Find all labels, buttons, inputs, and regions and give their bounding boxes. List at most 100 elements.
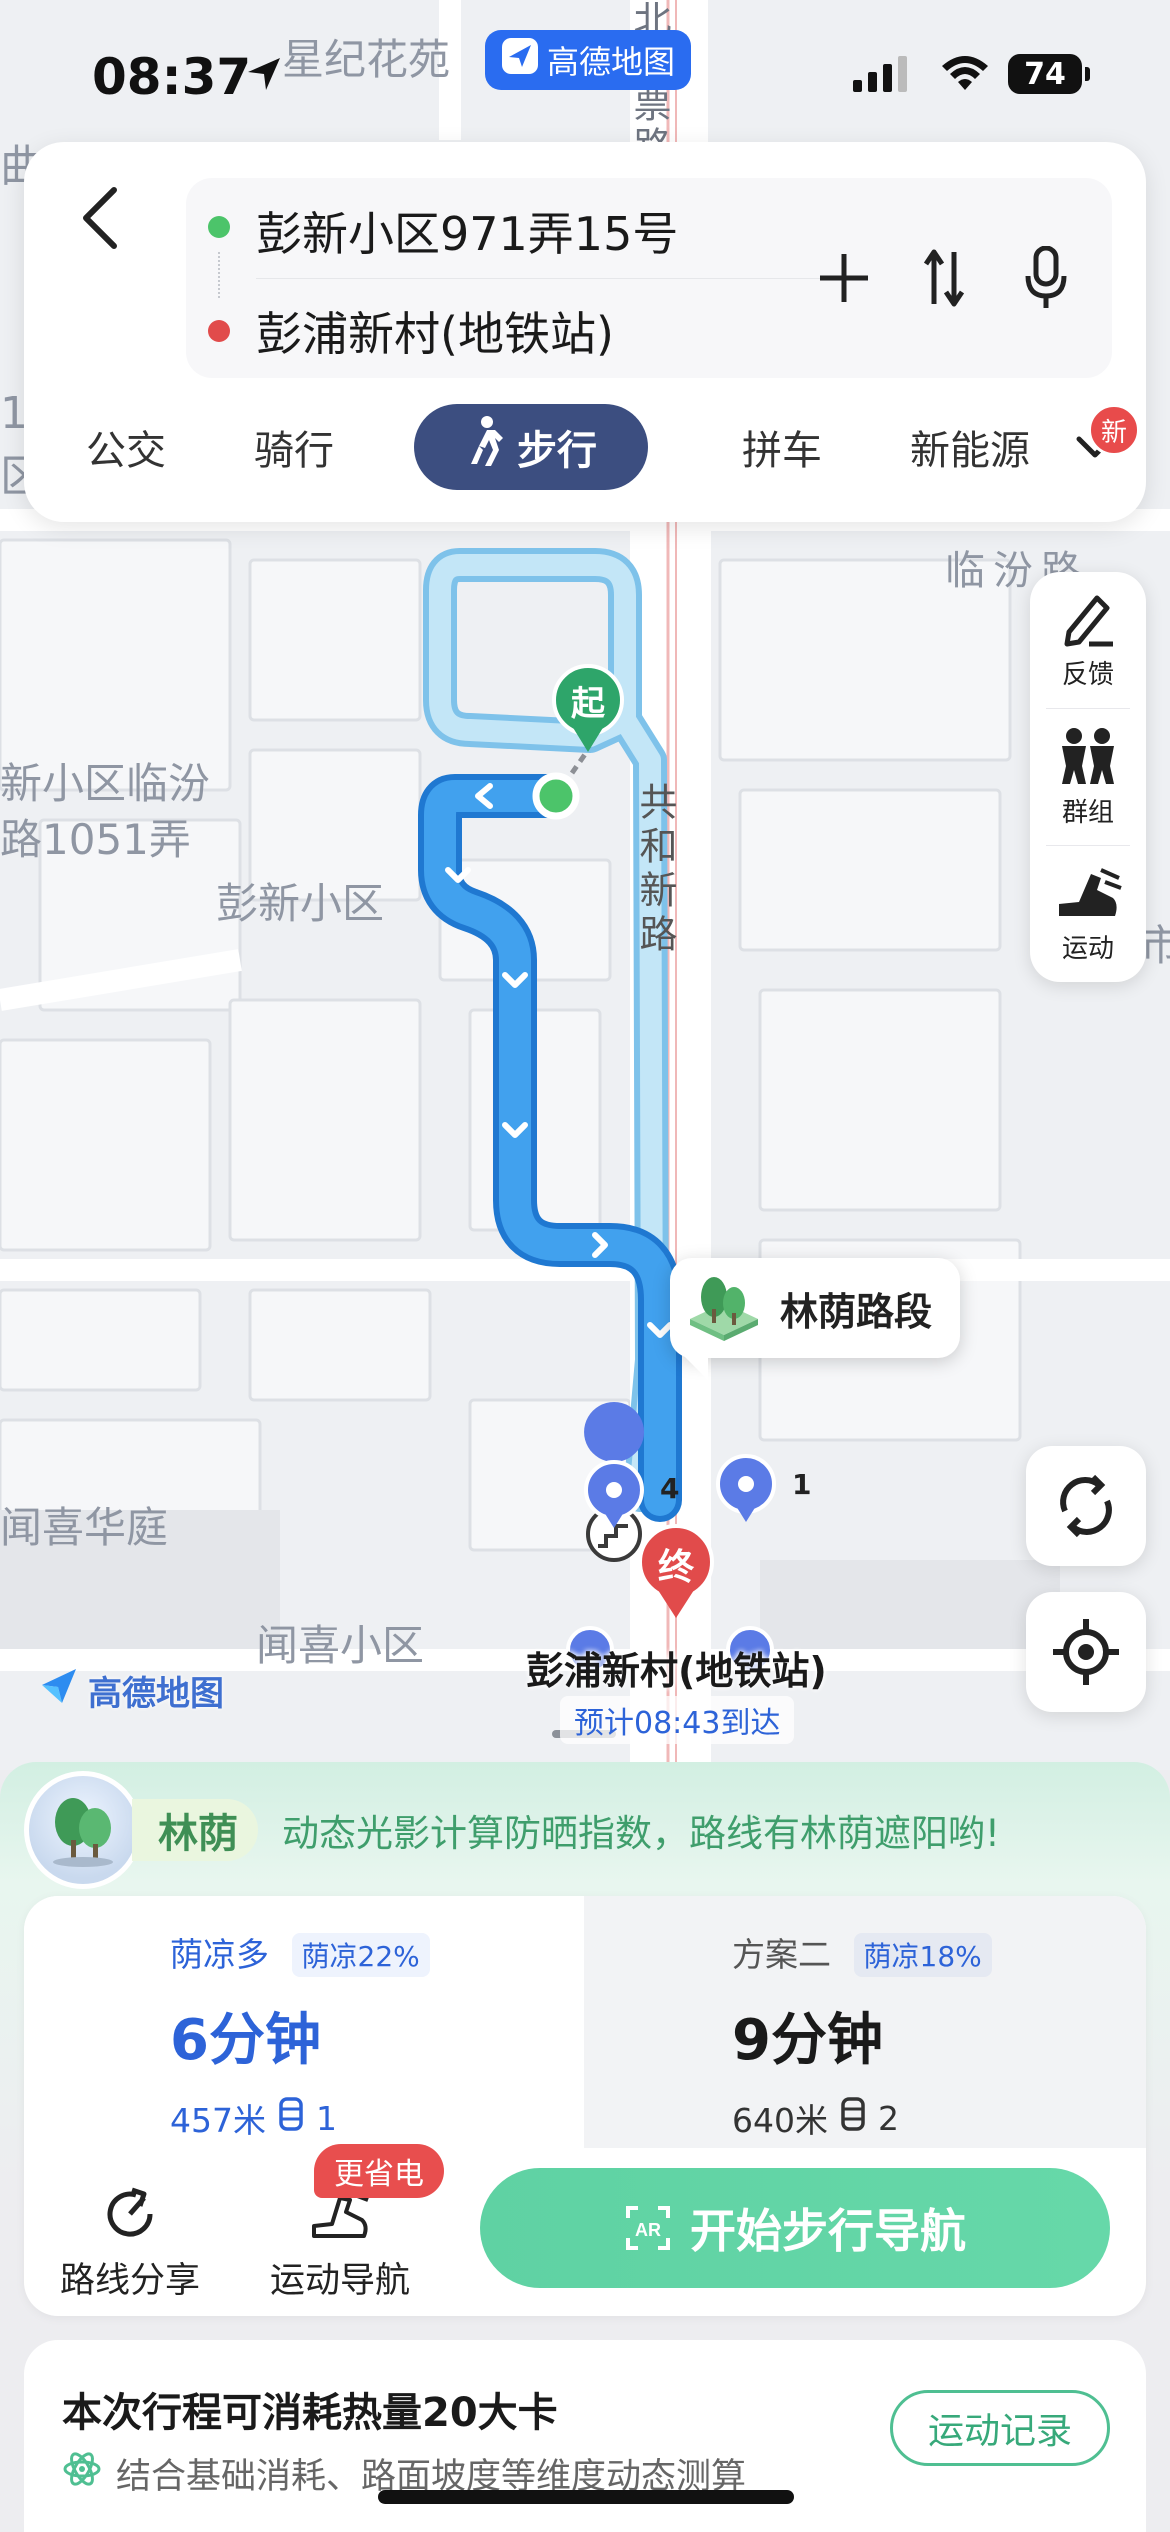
origin-input[interactable]: 彭新小区971弄15号 bbox=[256, 198, 678, 264]
plan-1-duration: 6分钟 bbox=[170, 2008, 321, 2073]
feedback-button[interactable]: 反馈 bbox=[1030, 572, 1146, 708]
plan-1-shade: 荫凉22% bbox=[291, 1933, 430, 1977]
crosswalk-icon bbox=[838, 2097, 868, 2139]
rotate-map-button[interactable] bbox=[1026, 1446, 1146, 1566]
tab-cycling[interactable]: 骑行 bbox=[236, 404, 352, 490]
crosshair-icon bbox=[1053, 1619, 1119, 1685]
route-plans-card: 荫凉多 荫凉22% 6分钟 457米 1 方案二 荫凉18% 9分钟 640米 … bbox=[24, 1896, 1146, 2316]
battery-indicator: 74 bbox=[1008, 54, 1090, 94]
start-navigation-label: 开始步行导航 bbox=[690, 2204, 966, 2258]
microphone-icon bbox=[1025, 246, 1067, 308]
map-label-wenxi-xiaoqu: 闻喜小区 bbox=[256, 1621, 425, 1670]
plan-1-tag: 荫凉多 bbox=[170, 1935, 269, 1974]
amap-app-pill[interactable]: 高德地图 bbox=[485, 30, 692, 90]
shade-section-label: 林荫路段 bbox=[780, 1289, 933, 1334]
crosswalk-icon bbox=[276, 2097, 306, 2139]
group-button[interactable]: 群组 bbox=[1030, 709, 1146, 845]
plan-2-shade: 荫凉18% bbox=[853, 1933, 992, 1977]
destination-input[interactable]: 彭浦新村(地铁站) bbox=[256, 298, 614, 364]
amap-logo: 高德地图 bbox=[38, 1665, 224, 1716]
route-plans-sheet: 林荫 动态光影计算防晒指数，路线有林荫遮阳哟! 荫凉多 荫凉22% 6分钟 45… bbox=[0, 1762, 1170, 2532]
origin-dot bbox=[208, 216, 230, 238]
tab-new-energy[interactable]: 新能源 bbox=[890, 404, 1050, 490]
shade-label: 林荫 bbox=[132, 1799, 258, 1861]
plan-2-option[interactable]: 方案二 荫凉18% 9分钟 640米 2 bbox=[732, 1928, 992, 2142]
locate-me-button[interactable] bbox=[1026, 1592, 1146, 1712]
plan-1-distance: 457米 bbox=[170, 2101, 266, 2140]
map-label-estate-linfen-2: 路1051弄 bbox=[0, 815, 191, 864]
map-label-wenxi-huating: 闻喜华庭 bbox=[0, 1503, 169, 1552]
amap-logo-icon bbox=[38, 1665, 80, 1716]
swap-route-button[interactable] bbox=[906, 240, 982, 316]
walking-icon bbox=[465, 416, 505, 478]
atom-icon bbox=[62, 2449, 102, 2498]
new-badge: 新 bbox=[1088, 404, 1140, 456]
map-label-pengxin: 彭新小区 bbox=[216, 879, 385, 928]
feedback-label: 反馈 bbox=[1061, 659, 1114, 690]
group-people-icon bbox=[1062, 727, 1114, 784]
calorie-title: 本次行程可消耗热量20大卡 bbox=[62, 2390, 558, 2436]
tab-walking-label: 步行 bbox=[517, 428, 597, 474]
tab-carpool[interactable]: 拼车 bbox=[724, 404, 840, 490]
plan-1-crossings: 1 bbox=[316, 2098, 337, 2138]
route-inputs: 彭新小区971弄15号 彭浦新村(地铁站) bbox=[186, 178, 1112, 378]
destination-name[interactable]: 彭浦新村(地铁站) bbox=[526, 1640, 827, 1695]
ar-icon: AR bbox=[626, 2206, 670, 2250]
exit-4-label: 4 bbox=[660, 1472, 680, 1505]
amap-logo-text: 高德地图 bbox=[88, 1674, 224, 1714]
map-label-gonghexin-road: 共和新路 bbox=[633, 782, 677, 958]
shade-section-tag[interactable]: 林荫路段 bbox=[670, 1258, 961, 1380]
sport-navigation-button[interactable]: 运动导航 bbox=[270, 2186, 410, 2303]
svg-text:AR: AR bbox=[635, 2220, 661, 2240]
voice-input-button[interactable] bbox=[1008, 240, 1084, 316]
status-time: 08:37 bbox=[92, 48, 252, 106]
location-arrow-icon bbox=[244, 54, 284, 98]
route-connector bbox=[218, 252, 220, 298]
tree-icon bbox=[684, 1273, 764, 1343]
route-search-card: 彭新小区971弄15号 彭浦新村(地铁站) 公交 骑行 步行 拼车 新能源 新 bbox=[24, 142, 1146, 522]
chevron-left-icon bbox=[83, 187, 117, 249]
plan-2-duration: 9分钟 bbox=[732, 2008, 883, 2073]
destination-eta: 预计08:43到达 bbox=[560, 1696, 795, 1744]
amap-pill-label: 高德地图 bbox=[547, 43, 676, 81]
shade-banner[interactable]: 林荫 动态光影计算防晒指数，路线有林荫遮阳哟! bbox=[24, 1770, 1000, 1890]
running-shoe-icon bbox=[1059, 867, 1122, 916]
map-tools-panel: 反馈 群组 运动 bbox=[1030, 572, 1146, 982]
tab-transit[interactable]: 公交 bbox=[68, 404, 184, 490]
start-walking-navigation-button[interactable]: AR 开始步行导航 bbox=[480, 2168, 1110, 2288]
plan-2-crossings: 2 bbox=[878, 2098, 899, 2138]
plan-2-tag: 方案二 bbox=[732, 1935, 831, 1974]
back-button[interactable] bbox=[60, 178, 140, 258]
wifi-icon bbox=[940, 54, 990, 98]
power-saver-badge: 更省电 bbox=[314, 2144, 444, 2198]
plan-2-distance: 640米 bbox=[732, 2101, 828, 2140]
end-marker[interactable]: 终 bbox=[654, 1538, 698, 1590]
sport-label: 运动 bbox=[1061, 933, 1114, 964]
status-bar: 08:37 高德地图 74 bbox=[0, 0, 1170, 140]
home-indicator[interactable] bbox=[378, 2490, 794, 2504]
map-label-estate-linfen: 新小区临汾 bbox=[0, 759, 211, 808]
exit-1-label: 1 bbox=[792, 1468, 812, 1501]
travel-mode-tabs: 公交 骑行 步行 拼车 新能源 bbox=[24, 404, 1146, 494]
sport-navigation-label: 运动导航 bbox=[270, 2261, 411, 2301]
tab-walking[interactable]: 步行 bbox=[414, 404, 648, 490]
shade-description: 动态光影计算防晒指数，路线有林荫遮阳哟! bbox=[282, 1812, 1000, 1855]
swap-icon bbox=[923, 249, 965, 307]
plus-icon bbox=[820, 254, 868, 302]
sport-button[interactable]: 运动 bbox=[1030, 846, 1146, 982]
amap-pill-icon bbox=[501, 37, 539, 83]
share-icon bbox=[107, 2187, 153, 2237]
pencil-icon bbox=[1064, 595, 1113, 646]
start-marker[interactable]: 起 bbox=[566, 676, 610, 725]
add-waypoint-button[interactable] bbox=[806, 240, 882, 316]
route-share-label: 路线分享 bbox=[60, 2261, 201, 2301]
route-share-button[interactable]: 路线分享 bbox=[60, 2186, 200, 2303]
tree-avatar-icon bbox=[24, 1771, 142, 1889]
route-divider bbox=[256, 278, 856, 279]
cellular-signal-icon bbox=[853, 56, 913, 96]
sport-record-button[interactable]: 运动记录 bbox=[890, 2390, 1110, 2466]
plan-1-option[interactable]: 荫凉多 荫凉22% 6分钟 457米 1 bbox=[170, 1928, 430, 2142]
refresh-icon bbox=[1060, 1474, 1112, 1538]
destination-dot bbox=[208, 320, 230, 342]
group-label: 群组 bbox=[1061, 797, 1114, 828]
